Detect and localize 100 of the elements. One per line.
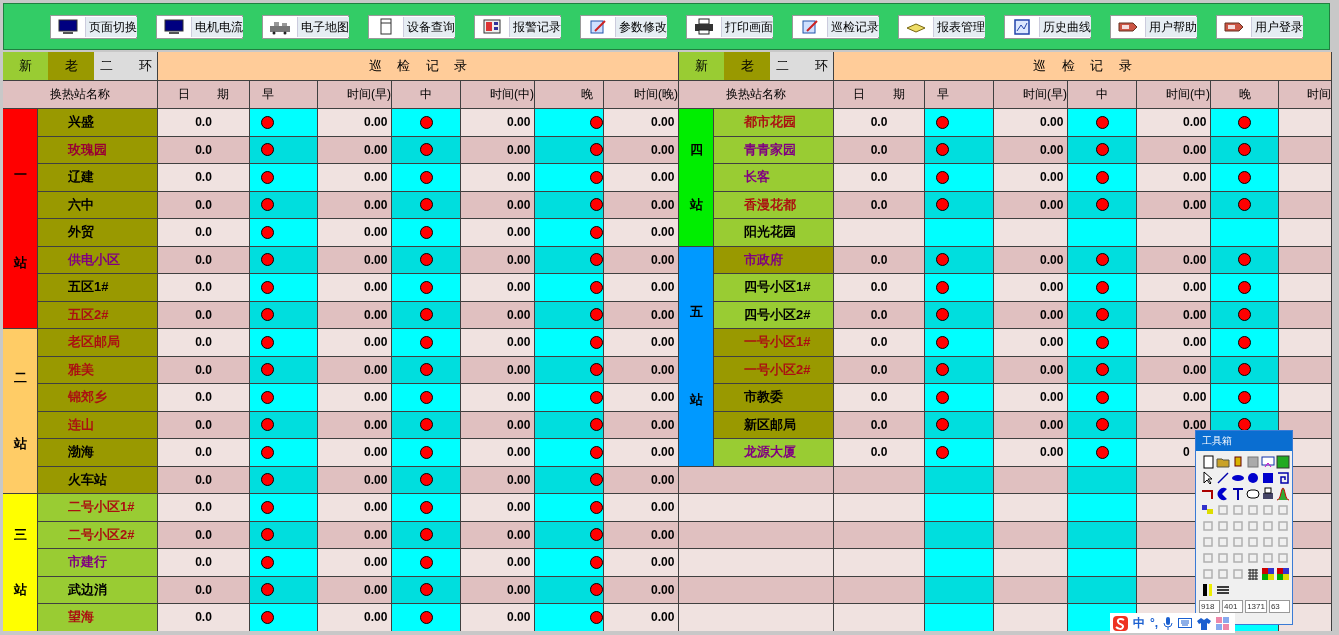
coordinate-field[interactable]: 63 [1268, 600, 1290, 613]
station-name: 市教委 [744, 388, 783, 407]
time-cell: 0.00 [318, 604, 391, 631]
corner-icon[interactable] [1201, 487, 1215, 501]
grid-icon[interactable] [1246, 567, 1260, 581]
time-cell: 0.00 [604, 384, 678, 411]
time-cell: 0.00 [604, 356, 678, 383]
column-header: 时间(中) [1137, 81, 1210, 108]
monitor-icon[interactable] [1261, 455, 1275, 469]
time-cell: 0.00 [318, 191, 391, 218]
time-cell: 0.00 [604, 164, 678, 191]
station-name: 龙源大厦 [744, 443, 796, 462]
toolbar-button[interactable]: 巡检记录 [792, 14, 879, 39]
toolbar-button[interactable]: 电机电流 [156, 14, 243, 39]
tool-icon[interactable] [1246, 519, 1260, 533]
table-cell [925, 494, 993, 521]
shirt-icon [1197, 616, 1212, 630]
toolbar-button[interactable]: 页面切换 [50, 14, 137, 39]
tool-icon[interactable] [1276, 519, 1290, 533]
tool-icon[interactable] [1261, 519, 1275, 533]
line-icon[interactable] [1216, 471, 1230, 485]
table-cell [925, 466, 993, 493]
coordinate-field[interactable]: 1371 [1245, 600, 1267, 613]
toolbar-button[interactable]: 参数修改 [580, 14, 667, 39]
time-cell: 0.00 [461, 466, 534, 493]
time-cell: 0.00 [318, 439, 391, 466]
frame-icon[interactable] [1276, 471, 1290, 485]
time-cell: 0.00 [461, 356, 534, 383]
time-cell: 0.00 [318, 329, 391, 356]
bars-icon[interactable] [1201, 583, 1215, 597]
toolbar-button[interactable]: 设备查询 [368, 14, 455, 39]
tool-icon[interactable] [1216, 535, 1230, 549]
time-cell: 0.00 [318, 521, 391, 548]
lines-icon[interactable] [1216, 583, 1230, 597]
time-cell: 0.00 [318, 109, 391, 136]
time-cell: 0.00 [604, 301, 678, 328]
tool-icon[interactable] [1201, 535, 1215, 549]
table-cell [1279, 246, 1331, 273]
coordinate-field[interactable]: 401 [1222, 600, 1244, 613]
toolbar-button[interactable]: 报警记录 [474, 14, 561, 39]
column-header: 中 [1068, 81, 1136, 108]
circle-icon[interactable] [1246, 471, 1260, 485]
apps-icon [1216, 616, 1230, 630]
rounded-rect-icon[interactable] [1246, 487, 1260, 501]
table-cell [1211, 219, 1278, 246]
tab[interactable]: 新 [679, 52, 724, 80]
text-tool-icon[interactable] [1231, 487, 1245, 501]
date-cell: 0.0 [834, 411, 924, 438]
time-cell: 0.00 [1137, 191, 1210, 218]
time-cell: 0.00 [604, 439, 678, 466]
bell-curve-icon[interactable] [1276, 487, 1290, 501]
date-cell: 0.0 [834, 136, 924, 163]
ime-label[interactable]: 中 [1133, 614, 1145, 632]
toolbar-button[interactable]: 报表管理 [898, 14, 985, 39]
date-cell: 0.0 [834, 274, 924, 301]
time-cell: 0.00 [318, 136, 391, 163]
time-cell: 0.00 [461, 136, 534, 163]
time-cell: 0.00 [318, 466, 391, 493]
tool-icon[interactable] [1246, 535, 1260, 549]
time-cell: 0.00 [994, 191, 1067, 218]
coordinate-field[interactable]: 918 [1199, 600, 1221, 613]
station-name: 青青家园 [744, 140, 796, 159]
crescent-icon[interactable] [1216, 487, 1230, 501]
tab[interactable]: 老 [47, 52, 95, 80]
toolbar-button[interactable]: 用户帮助 [1110, 14, 1197, 39]
tool-icon[interactable] [1216, 551, 1230, 565]
ime-label[interactable]: °, [1150, 616, 1159, 630]
station-name: 武边消 [68, 580, 107, 599]
time-cell: 0.00 [604, 246, 678, 273]
column-header: 中 [392, 81, 460, 108]
tool-icon[interactable] [1261, 535, 1275, 549]
tool-icon[interactable] [1231, 519, 1245, 533]
table-cell [925, 521, 993, 548]
page-icon[interactable] [1201, 455, 1215, 469]
date-cell: 0.0 [158, 604, 249, 631]
station-label: 三站 [13, 526, 27, 600]
date-cell: 0.0 [158, 549, 249, 576]
toolbar-button[interactable]: 历史曲线 [1004, 14, 1091, 39]
table-cell [925, 576, 993, 603]
printer-icon[interactable] [1261, 487, 1275, 501]
date-cell: 0.0 [158, 274, 249, 301]
tool-icon[interactable] [1231, 535, 1245, 549]
square-icon[interactable] [1261, 471, 1275, 485]
tool-icon[interactable] [1276, 535, 1290, 549]
palette-icon[interactable] [1276, 567, 1290, 581]
panel-icon [481, 18, 503, 35]
folder-icon[interactable] [1216, 455, 1230, 469]
toolbar-button[interactable]: 用户登录 [1216, 14, 1303, 39]
toolbar-button[interactable]: 打印画面 [686, 14, 773, 39]
time-cell: 0.00 [1137, 109, 1210, 136]
tab[interactable]: 老 [723, 52, 771, 80]
time-cell: 0.00 [461, 191, 534, 218]
station-label: 四站 [689, 141, 703, 215]
tab[interactable]: 新 [3, 52, 48, 80]
pointer-icon[interactable] [1201, 471, 1215, 485]
tool-icon[interactable] [1201, 551, 1215, 565]
toolbar-button[interactable]: 电子地图 [262, 14, 349, 39]
palette-icon[interactable] [1261, 567, 1275, 581]
date-cell: 0.0 [158, 219, 249, 246]
palette-icon[interactable] [1201, 503, 1215, 517]
